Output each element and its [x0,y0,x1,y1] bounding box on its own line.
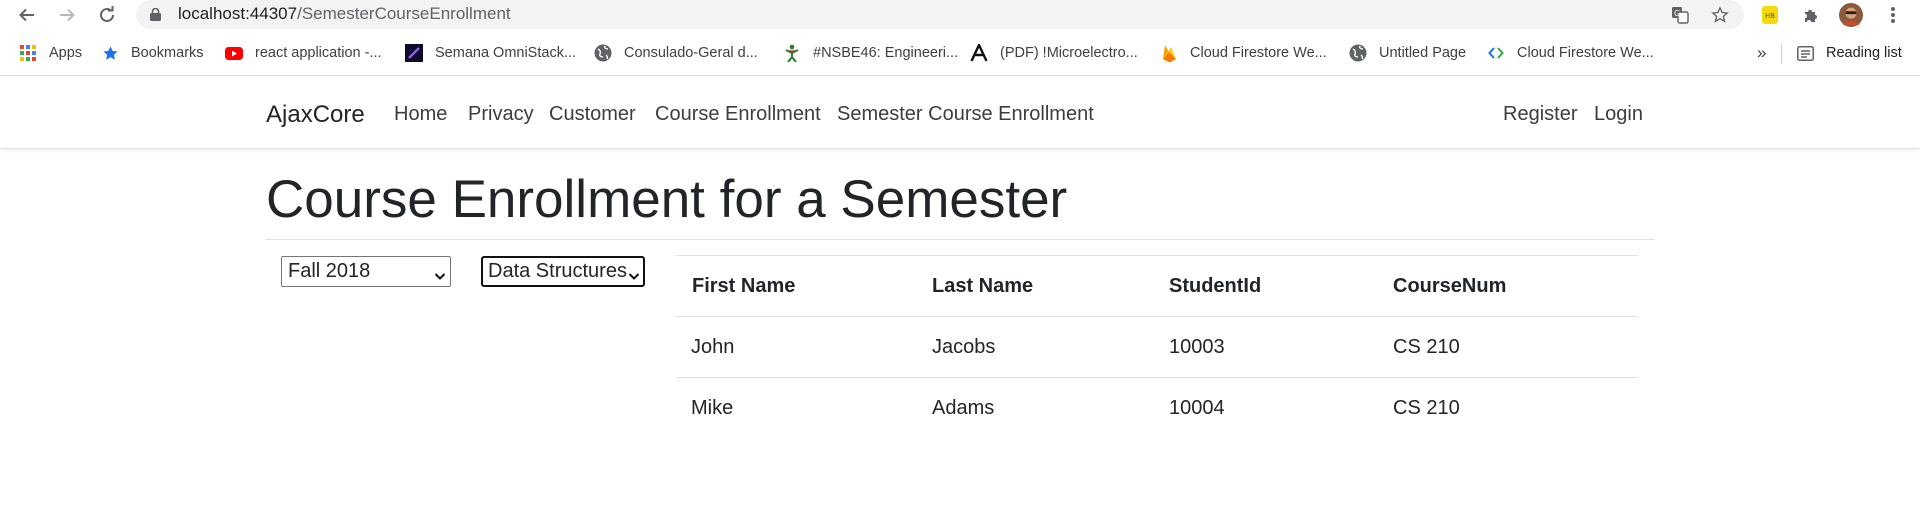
bookmark-label: react application -... [255,45,382,61]
semester-select-value: Fall 2018 [288,260,371,282]
nav-customer[interactable]: Customer [549,103,636,126]
cell-first-name: John [691,336,735,358]
bookmarks-overflow-button[interactable]: » [1757,42,1766,64]
bookmark-label: #NSBE46: Engineeri... [813,45,959,61]
brand-link[interactable]: AjaxCore [266,101,365,129]
cell-last-name: Adams [932,397,995,419]
youtube-icon [225,44,243,62]
bookmark-nsbe46[interactable]: #NSBE46: Engineeri... [783,42,958,64]
academia-icon [970,44,988,62]
cell-course-num: CS 210 [1393,336,1460,358]
bookmark-untitled-page[interactable]: Untitled Page [1349,42,1466,64]
enrollment-table: First Name Last Name StudentId CourseNum… [676,255,1638,438]
browser-toolbar: localhost:44307/SemesterCourseEnrollment… [0,0,1920,30]
bookmark-label: Untitled Page [1379,45,1467,61]
svg-text:G: G [1674,9,1680,18]
cell-first-name: Mike [691,397,734,419]
header-first-name: First Name [692,275,796,297]
nav-home[interactable]: Home [394,103,447,126]
bookmark-react-application[interactable]: react application -... [225,42,382,64]
bookmark-label: Cloud Firestore We... [1517,45,1654,61]
nav-login[interactable]: Login [1594,103,1643,126]
bookmark-label: Cloud Firestore We... [1190,45,1327,61]
course-select[interactable]: Data Structures [481,256,645,287]
reading-list-icon [1796,44,1814,62]
chevron-down-icon [434,265,446,288]
code-icon [1487,44,1505,62]
bookmark-cloud-firestore-2[interactable]: Cloud Firestore We... [1487,42,1654,64]
firebase-icon [1160,44,1178,62]
cell-course-num: CS 210 [1393,397,1460,419]
bookmark-label: Consulado-Geral d... [624,45,758,61]
title-divider [266,239,1654,240]
reload-icon[interactable] [93,1,121,29]
back-icon[interactable] [13,1,41,29]
bookmark-label: Apps [49,45,83,61]
header-student-id: StudentId [1169,275,1262,297]
forward-icon[interactable] [53,1,81,29]
nsbe-icon [783,44,801,62]
bookmark-pdf-microelectro[interactable]: (PDF) !Microelectro... [970,42,1138,64]
translate-icon[interactable]: G [1668,3,1692,27]
chevron-down-icon [628,265,640,288]
bookmark-label: Bookmarks [131,45,204,61]
nav-semester-course-enrollment[interactable]: Semester Course Enrollment [837,103,1094,126]
bookmark-bookmarks[interactable]: Bookmarks [101,42,204,64]
bookmark-apps[interactable]: Apps [19,42,82,64]
apps-grid-icon [19,44,37,62]
globe-icon [1349,44,1367,62]
nav-course-enrollment[interactable]: Course Enrollment [655,103,821,126]
url-path: /SemesterCourseEnrollment [297,4,511,23]
nav-privacy[interactable]: Privacy [468,103,534,126]
chrome-menu-icon[interactable] [1881,3,1905,27]
profile-avatar[interactable] [1839,3,1863,27]
cell-last-name: Jacobs [932,336,996,358]
overflow-chevron-icon: » [1757,43,1767,62]
course-select-value: Data Structures [488,260,627,282]
bookmark-star-icon[interactable] [1708,3,1732,27]
header-course-num: CourseNum [1393,275,1507,297]
reading-list-button[interactable]: Reading list [1796,42,1902,64]
globe-icon [594,44,612,62]
reading-list-label: Reading list [1826,45,1902,61]
bookmarks-divider [1781,44,1782,64]
bookmark-consulado-geral[interactable]: Consulado-Geral d... [594,42,758,64]
extensions-puzzle-icon[interactable] [1799,3,1823,27]
cell-student-id: 10004 [1169,397,1225,419]
site-navbar: AjaxCore Home Privacy Customer Course En… [0,77,1920,149]
star-icon [101,44,119,62]
url-text[interactable]: localhost:44307/SemesterCourseEnrollment [178,4,511,24]
address-bar[interactable]: localhost:44307/SemesterCourseEnrollment… [136,0,1744,29]
cell-student-id: 10003 [1169,336,1225,358]
header-last-name: Last Name [932,275,1034,297]
svg-text:HB: HB [1765,12,1775,20]
table-row: Mike Adams 10004 CS 210 [676,377,1638,438]
nav-register[interactable]: Register [1503,103,1577,126]
lock-icon [150,7,161,26]
table-row: John Jacobs 10003 CS 210 [676,316,1638,377]
url-host: localhost:44307 [178,4,298,23]
extension-icon[interactable]: HB [1758,3,1782,27]
bookmark-semana-omnistack[interactable]: Semana OmniStack... [405,42,576,64]
page-title: Course Enrollment for a Semester [266,170,1068,229]
bookmark-cloud-firestore-1[interactable]: Cloud Firestore We... [1160,42,1327,64]
omnistack-icon [405,44,423,62]
bookmark-label: (PDF) !Microelectro... [1000,45,1138,61]
table-header-row: First Name Last Name StudentId CourseNum [676,255,1638,316]
semester-select[interactable]: Fall 2018 [281,256,451,287]
bookmark-label: Semana OmniStack... [435,45,577,61]
bookmarks-bar: Apps Bookmarks react application -... Se… [0,30,1920,76]
